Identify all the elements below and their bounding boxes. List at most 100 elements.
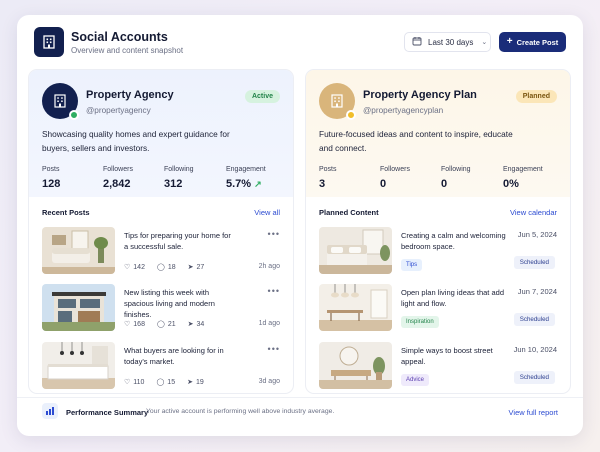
comment-icon: ◯ (156, 321, 165, 328)
stat-label: Following (441, 166, 471, 173)
planned-status-dot (346, 110, 356, 120)
stat-label: Followers (380, 166, 410, 173)
category-tag: Advice (401, 374, 430, 386)
account-description: Showcasing quality homes and expert guid… (42, 129, 230, 153)
kitchen-thumbnail (42, 342, 115, 389)
planned-date: Jun 10, 2024 (513, 345, 557, 354)
planned-date: Jun 5, 2024 (517, 230, 557, 239)
scheduled-badge: Scheduled (513, 256, 555, 269)
calendar-icon (412, 36, 422, 48)
stat-following: Following 0 (441, 166, 471, 190)
stat-label: Posts (319, 166, 337, 173)
likes-count: 142 (133, 263, 145, 271)
status-badge: Planned (515, 90, 557, 103)
bedroom-thumbnail (319, 227, 392, 274)
performance-text: Your active account is performing well a… (146, 408, 335, 415)
stat-value: 312 (164, 178, 183, 190)
likes-count: 110 (133, 378, 145, 386)
modern-house-thumbnail (42, 284, 115, 331)
account-panel-planned: Property Agency Plan @propertyagencyplan… (305, 69, 571, 394)
heart-icon: ♡ (124, 321, 131, 328)
comment-icon: ◯ (156, 379, 165, 386)
stat-posts: Posts 3 (319, 166, 337, 190)
more-options-icon[interactable]: ••• (268, 229, 280, 239)
view-calendar-link[interactable]: View calendar (510, 208, 557, 217)
stat-followers: Followers 0 (380, 166, 410, 190)
stat-label: Engagement (503, 166, 543, 173)
post-text: Tips for preparing your home for a succe… (124, 231, 231, 251)
comments-metric: ◯ 15 (156, 378, 175, 387)
stat-label: Posts (42, 166, 60, 173)
trend-up-icon: ↗ (254, 179, 262, 189)
send-icon: ➤ (187, 379, 193, 386)
comments-metric: ◯ 18 (156, 263, 176, 272)
more-options-icon[interactable]: ••• (268, 286, 280, 296)
planned-item[interactable]: Creating a calm and welcoming bedroom sp… (319, 227, 559, 275)
building-icon (54, 94, 66, 108)
account-header: Property Agency @propertyagency Active S… (29, 70, 293, 197)
post-time: 1d ago (258, 320, 280, 327)
stat-label: Following (164, 166, 194, 173)
recent-post-item[interactable]: What buyers are looking for in today's m… (42, 342, 282, 390)
planned-text: Simple ways to boost street appeal. (401, 346, 493, 366)
comment-icon: ◯ (156, 264, 165, 271)
post-metrics: ♡ 110 ◯ 15 ➤ 19 (124, 378, 204, 387)
stat-engagement: Engagement 5.7% ↗ (226, 166, 266, 190)
post-metrics: ♡ 142 ◯ 18 ➤ 27 (124, 263, 205, 272)
planned-text: Creating a calm and welcoming bedroom sp… (401, 231, 506, 251)
account-description: Future-focused ideas and content to insp… (319, 129, 513, 153)
page-subtitle: Overview and content snapshot (71, 46, 184, 55)
stat-value-row: 5.7% ↗ (226, 178, 266, 190)
performance-title: Performance Summary (66, 408, 149, 417)
create-post-label: Create Post (516, 37, 559, 47)
post-text: What buyers are looking for in today's m… (124, 346, 224, 366)
planned-item[interactable]: Open plan living ideas that add light an… (319, 284, 559, 332)
category-tag: Inspiration (401, 316, 439, 328)
account-name: Property Agency (86, 89, 174, 101)
likes-metric: ♡ 168 (124, 320, 145, 329)
shares-count: 34 (196, 320, 205, 328)
shares-count: 19 (195, 378, 204, 386)
send-icon: ➤ (187, 321, 194, 328)
comments-metric: ◯ 21 (156, 320, 176, 329)
send-icon: ➤ (187, 264, 194, 271)
more-options-icon[interactable]: ••• (268, 344, 280, 354)
create-post-button[interactable]: + Create Post (499, 32, 566, 52)
recent-post-item[interactable]: New listing this week with spacious livi… (42, 284, 282, 332)
account-header: Property Agency Plan @propertyagencyplan… (306, 70, 570, 197)
account-handle: @propertyagencyplan (363, 106, 444, 115)
planned-date: Jun 7, 2024 (517, 287, 557, 296)
recent-post-item[interactable]: Tips for preparing your home for a succe… (42, 227, 282, 275)
shares-metric: ➤ 19 (187, 378, 204, 387)
shares-metric: ➤ 27 (187, 263, 205, 272)
stat-value: 5.7% (226, 178, 252, 190)
dashboard-card: Social Accounts Overview and content sna… (17, 15, 583, 436)
view-full-report-link[interactable]: View full report (509, 408, 558, 417)
post-time: 3d ago (258, 378, 280, 385)
recent-posts-title: Recent Posts (42, 208, 90, 217)
stat-value: 128 (42, 178, 61, 190)
building-logo-icon (34, 27, 64, 57)
building-icon (331, 94, 343, 108)
status-badge: Active (244, 90, 280, 103)
stat-value: 0% (503, 178, 519, 190)
heart-icon: ♡ (124, 379, 131, 386)
stat-value: 3 (319, 178, 326, 190)
stat-posts: Posts 128 (42, 166, 60, 190)
living-room-thumbnail (42, 227, 115, 274)
scheduled-badge: Scheduled (513, 371, 555, 384)
planned-item[interactable]: Simple ways to boost street appeal. Jun … (319, 342, 559, 390)
comments-count: 18 (167, 263, 176, 271)
active-status-dot (69, 110, 79, 120)
open-plan-thumbnail (319, 284, 392, 331)
planned-text: Open plan living ideas that add light an… (401, 288, 504, 308)
shares-count: 27 (196, 263, 205, 271)
view-all-link[interactable]: View all (254, 208, 280, 217)
account-panel-active: Property Agency @propertyagency Active S… (28, 69, 294, 394)
stat-following: Following 312 (164, 166, 194, 190)
heart-icon: ♡ (124, 264, 131, 271)
page-title: Social Accounts (71, 30, 168, 44)
post-text: New listing this week with spacious livi… (124, 288, 215, 319)
date-range-select[interactable]: Last 30 days ⌄ (404, 32, 491, 52)
stat-value: 0 (441, 178, 448, 190)
